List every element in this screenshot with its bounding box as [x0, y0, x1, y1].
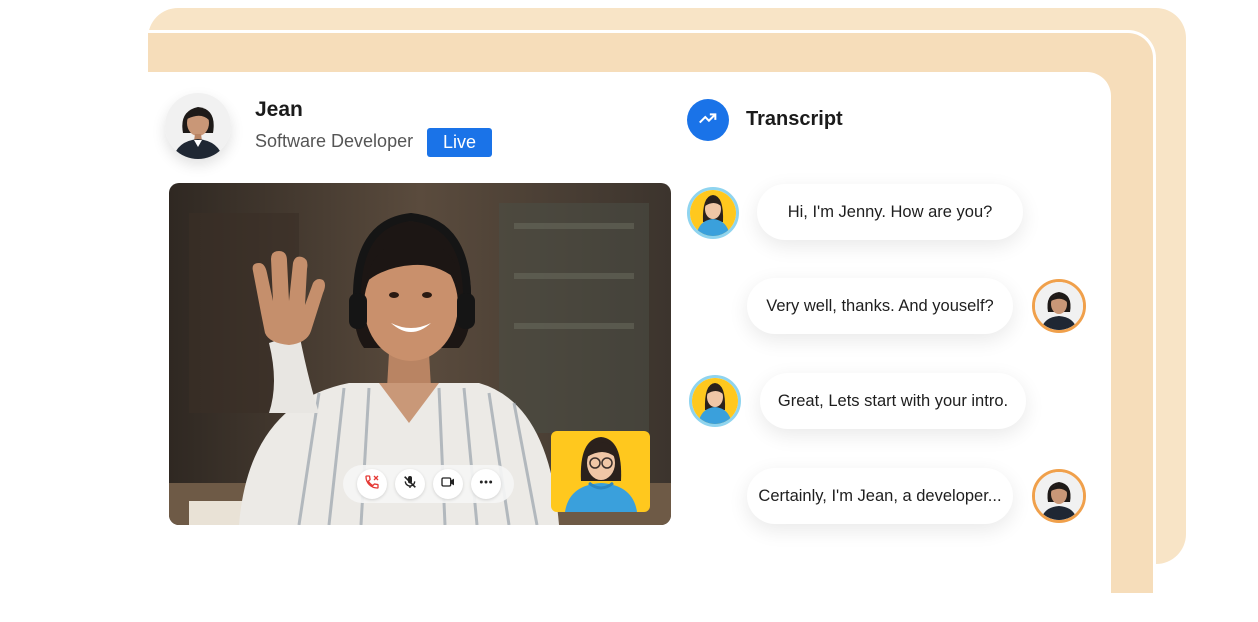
end-call-button[interactable] — [356, 469, 387, 499]
message-bubble: Hi, I'm Jenny. How are you? — [757, 184, 1023, 240]
phone-end-icon — [364, 474, 380, 495]
profile-role: Software Developer — [255, 131, 414, 151]
trending-up-icon — [697, 107, 719, 134]
bot-avatar — [687, 187, 739, 239]
transcript-title: Transcript — [746, 108, 843, 130]
profile-name: Jean — [255, 98, 303, 121]
mic-off-icon — [402, 474, 418, 495]
interviewer-avatar-pip — [551, 431, 650, 512]
more-options-button[interactable] — [470, 469, 501, 499]
more-options-icon — [478, 474, 494, 495]
video-camera-icon — [440, 474, 456, 495]
live-status-badge: Live — [427, 128, 492, 157]
transcript-badge — [687, 99, 729, 141]
message-bubble: Very well, thanks. And youself? — [747, 278, 1013, 334]
user-avatar — [1032, 279, 1086, 333]
user-avatar — [1032, 469, 1086, 523]
profile-avatar — [165, 93, 231, 159]
mute-microphone-button[interactable] — [394, 469, 425, 499]
video-controls-bar — [343, 465, 514, 503]
bot-avatar — [689, 375, 741, 427]
message-bubble: Great, Lets start with your intro. — [760, 373, 1026, 429]
toggle-video-button[interactable] — [432, 469, 463, 499]
message-bubble: Certainly, I'm Jean, a developer... — [747, 468, 1013, 524]
